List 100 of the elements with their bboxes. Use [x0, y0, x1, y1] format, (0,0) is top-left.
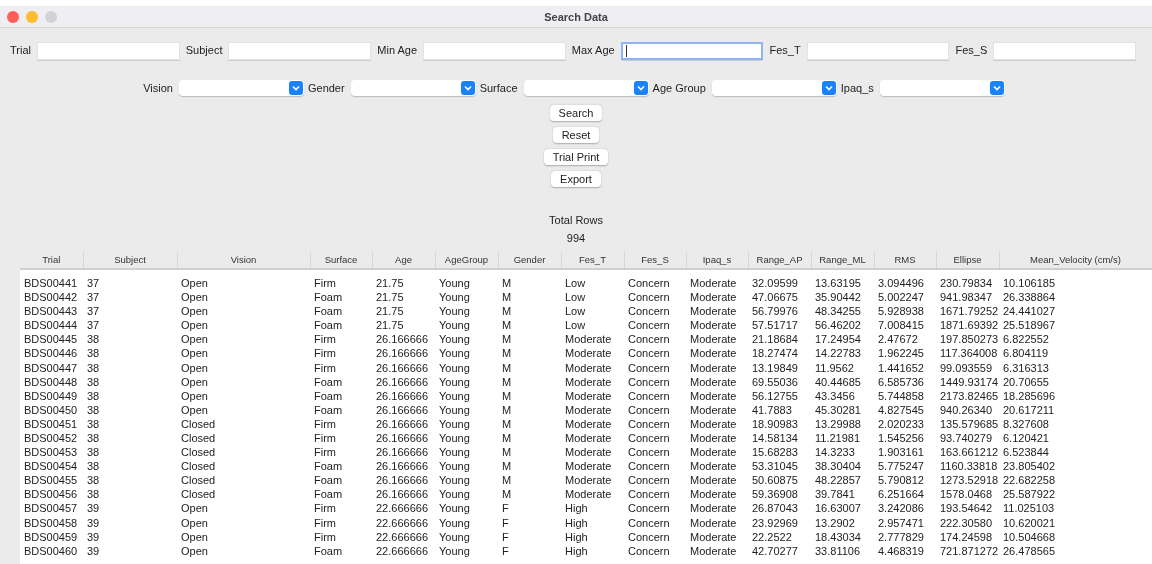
- action-button[interactable]: Reset: [552, 127, 600, 143]
- table-cell-text: Moderate: [689, 304, 738, 319]
- table-cell-text: 26.166666: [375, 346, 429, 361]
- table-cell-text: Moderate: [564, 445, 613, 460]
- table-cell-text: Concern: [627, 515, 671, 530]
- table-cell-text: Moderate: [689, 402, 738, 417]
- table-cell-text: 174.24598: [939, 529, 993, 544]
- table-cell-text: 20.70655: [1002, 374, 1050, 389]
- table-cell-text: 38: [86, 374, 101, 389]
- minimize-button[interactable]: [26, 11, 38, 23]
- table-cell-text: 1273.52918: [939, 473, 999, 488]
- action-button[interactable]: Export: [551, 171, 601, 187]
- table-cell-text: 38.30404: [814, 459, 862, 474]
- table-cell-text: Firm: [313, 416, 337, 431]
- table-cell-text: 43.3456: [814, 388, 856, 403]
- table-cell-text: Low: [564, 290, 587, 305]
- close-button[interactable]: [7, 11, 19, 23]
- table-cell-text: 39: [86, 543, 101, 558]
- column-header[interactable]: Gender: [498, 252, 561, 269]
- table-cell-text: Moderate: [689, 501, 738, 516]
- chevron-down-icon: [821, 81, 836, 95]
- table-cell-text: 48.34255: [814, 304, 862, 319]
- column-header[interactable]: Range_AP: [748, 252, 811, 269]
- table-cell-text: Concern: [627, 431, 671, 446]
- action-button[interactable]: Search: [549, 105, 603, 121]
- table-cell-text: 38: [86, 388, 101, 403]
- table-cell-text: 11.025103: [1002, 501, 1056, 516]
- table-cell-text: BDS00444: [23, 318, 79, 333]
- table-cell-text: 26.338864: [1002, 290, 1056, 305]
- table-cell-text: Concern: [627, 445, 671, 460]
- table-cell-text: Moderate: [564, 431, 613, 446]
- chevron-down-icon: [460, 81, 475, 95]
- table-cell-text: Foam: [313, 290, 344, 305]
- column-header[interactable]: Ipaq_s: [686, 252, 748, 269]
- table-cell-text: Moderate: [689, 332, 738, 347]
- column-header[interactable]: Fes_S: [624, 252, 686, 269]
- table-cell-text: M: [501, 290, 513, 305]
- column-header[interactable]: Vision: [177, 252, 310, 269]
- table-cell-text: 1.903161: [877, 445, 925, 460]
- table-cell-text: 11.9562: [814, 360, 855, 375]
- table-cell-text: 21.75: [375, 290, 405, 305]
- table-cell-text: 14.22783: [814, 346, 862, 361]
- table-cell-text: Moderate: [689, 543, 738, 558]
- table-cell-text: Moderate: [564, 374, 613, 389]
- dropdown[interactable]: [178, 80, 304, 96]
- table-cell-text: 2.777829: [877, 529, 925, 544]
- table-cell-text: 6.585736: [877, 374, 925, 389]
- table-cell-text: 26.166666: [375, 388, 429, 403]
- total-rows-value: 994: [566, 231, 586, 246]
- dropdown[interactable]: [350, 80, 476, 96]
- table-cell-text: 26.166666: [375, 487, 429, 502]
- table-cell-text: M: [501, 346, 513, 361]
- table-cell-text: 6.120421: [1002, 431, 1050, 446]
- table-cell-text: 197.850273: [939, 332, 999, 347]
- dropdown[interactable]: [523, 80, 649, 96]
- table-cell-text: M: [501, 374, 513, 389]
- table-cell-text: Low: [564, 304, 587, 319]
- table-cell-text: 33.81106: [814, 543, 862, 558]
- dropdown-label: Age Group: [652, 80, 706, 96]
- table-cell-text: Young: [438, 515, 471, 530]
- column-header[interactable]: RMS: [874, 252, 936, 269]
- action-button[interactable]: Trial Print: [543, 149, 609, 165]
- column-header[interactable]: Mean_Velocity (cm/s): [999, 252, 1152, 269]
- table-cell-text: F: [501, 543, 510, 558]
- column-header[interactable]: AgeGroup: [435, 252, 498, 269]
- dropdown[interactable]: [711, 80, 837, 96]
- table-cell-text: Concern: [627, 304, 671, 319]
- column-header[interactable]: Subject: [83, 252, 177, 269]
- table-cell-text: Young: [438, 543, 471, 558]
- column-header[interactable]: Fes_T: [561, 252, 624, 269]
- table-cell-text: Closed: [180, 431, 217, 446]
- zoom-button[interactable]: [45, 11, 57, 23]
- column-header[interactable]: Ellipse: [936, 252, 999, 269]
- column-header[interactable]: Age: [372, 252, 435, 269]
- table-cell-text: Young: [438, 431, 471, 446]
- table-cell-text: M: [501, 318, 513, 333]
- table-cell-text: BDS00460: [23, 543, 79, 558]
- dropdown[interactable]: [879, 80, 1005, 96]
- table-cell-text: 22.666666: [375, 529, 429, 544]
- table-cell-text: 56.79976: [751, 304, 799, 319]
- table-cell-text: Moderate: [689, 416, 738, 431]
- table-cell-text: Concern: [627, 416, 671, 431]
- table-cell-text: Open: [180, 346, 209, 361]
- column-header[interactable]: Range_ML: [811, 252, 874, 269]
- table-cell-text: 20.617211: [1002, 402, 1056, 417]
- table-cell-text: Young: [438, 487, 471, 502]
- table-cell-text: 1871.69392: [939, 318, 999, 333]
- table-cell: Young: [435, 269, 498, 290]
- table-cell-text: Open: [180, 304, 209, 319]
- table-cell-text: 4.827545: [877, 402, 925, 417]
- table-cell-text: 59.36908: [751, 487, 799, 502]
- table-cell-text: Concern: [627, 290, 671, 305]
- table-cell-text: 38: [86, 360, 101, 375]
- table-cell-text: BDS00450: [23, 402, 79, 417]
- table-cell-text: 6.804119: [1002, 346, 1050, 361]
- column-header[interactable]: Trial: [20, 252, 83, 269]
- column-header[interactable]: Surface: [310, 252, 372, 269]
- input-field[interactable]: [620, 41, 764, 60]
- table-cell-text: 117.364008: [939, 346, 999, 361]
- table-cell-text: 21.75: [375, 318, 405, 333]
